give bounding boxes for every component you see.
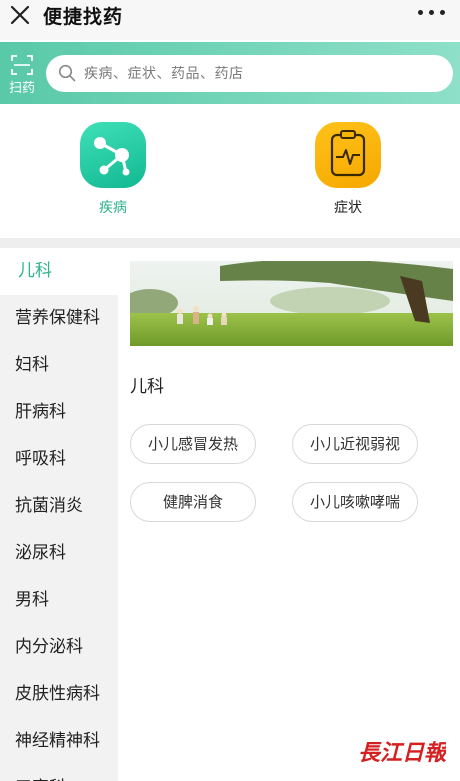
sidebar-item-urology[interactable]: 泌尿科 [0,530,118,577]
sidebar-item-gynecology[interactable]: 妇科 [0,342,118,389]
sidebar-item-antibacterial[interactable]: 抗菌消炎 [0,483,118,530]
shortcut-symptom-label: 症状 [334,200,362,216]
sidebar-item-ent[interactable]: 五官科 [0,765,118,781]
sidebar-item-neuropsychiatry[interactable]: 神经精神科 [0,718,118,765]
tag-digestion[interactable]: 健脾消食 [130,482,256,522]
pediatrics-banner-image [130,261,453,346]
search-icon [58,64,76,82]
scan-icon [11,55,33,75]
sidebar-item-respiratory[interactable]: 呼吸科 [0,436,118,483]
section-divider [0,238,460,248]
search-placeholder: 疾病、症状、药品、药店 [84,66,244,82]
category-shortcuts: 疾病 症状 [0,104,460,238]
scan-medicine-button[interactable]: 扫药 [6,52,38,96]
page-title: 便捷找药 [43,6,124,28]
department-content: 儿科 小儿感冒发热 小儿近视弱视 健脾消食 小儿咳嗽哮喘 [118,248,460,781]
section-title: 儿科 [130,377,164,397]
tag-child-myopia[interactable]: 小儿近视弱视 [292,424,418,464]
sidebar-item-pediatrics[interactable]: 儿科 [0,248,118,295]
more-icon[interactable] [418,5,448,19]
tag-child-cough-asthma[interactable]: 小儿咳嗽哮喘 [292,482,418,522]
search-bar-area: 扫药 疾病、症状、药品、药店 [0,42,460,104]
share-nodes-icon [80,122,146,188]
sidebar-item-nutrition[interactable]: 营养保健科 [0,295,118,342]
shortcut-disease[interactable]: 疾病 [73,122,153,222]
shortcut-disease-label: 疾病 [99,200,127,216]
sidebar-item-andrology[interactable]: 男科 [0,577,118,624]
newspaper-watermark-logo: 長江日報 [358,740,446,766]
search-input[interactable]: 疾病、症状、药品、药店 [46,55,453,92]
svg-text:長江日報: 長江日報 [358,740,446,766]
sidebar-item-dermatology[interactable]: 皮肤性病科 [0,671,118,718]
find-medicine-page: 便捷找药 扫药 疾病、症状、药品、药店 疾病 症状 儿科 营养保健科 妇科 肝病… [0,0,460,781]
shortcut-symptom[interactable]: 症状 [308,122,388,222]
sidebar-item-endocrinology[interactable]: 内分泌科 [0,624,118,671]
clipboard-pulse-icon [315,122,381,188]
tag-child-cold-fever[interactable]: 小儿感冒发热 [130,424,256,464]
top-nav-bar: 便捷找药 [0,0,460,40]
department-sidebar: 儿科 营养保健科 妇科 肝病科 呼吸科 抗菌消炎 泌尿科 男科 内分泌科 皮肤性… [0,248,118,781]
close-icon[interactable] [8,3,32,27]
sidebar-item-hepatology[interactable]: 肝病科 [0,389,118,436]
scan-label: 扫药 [8,81,35,96]
